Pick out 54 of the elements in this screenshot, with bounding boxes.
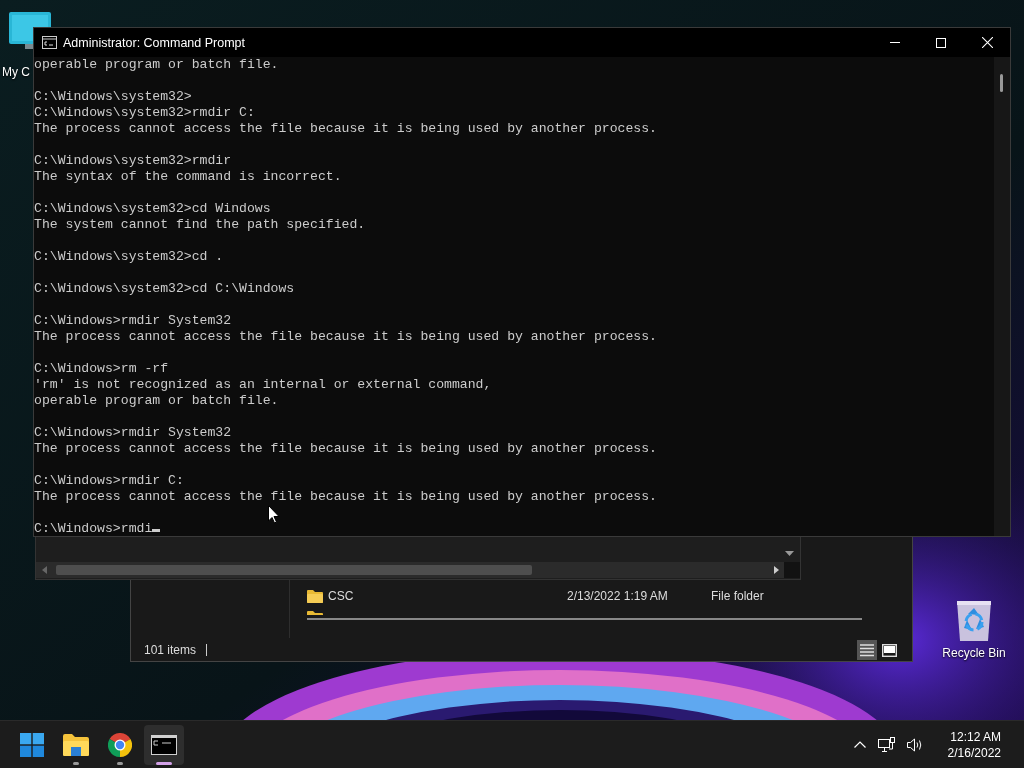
chrome-icon (108, 732, 132, 757)
list-view-icon (860, 643, 874, 657)
recycle-bin-icon (955, 598, 993, 642)
terminal-icon (151, 734, 177, 755)
windows-logo-icon (20, 732, 44, 757)
text-cursor (152, 529, 161, 532)
window-title: Administrator: Command Prompt (63, 35, 245, 50)
close-icon (981, 37, 993, 48)
scrollbar-thumb[interactable] (56, 565, 532, 575)
folder-icon (63, 733, 89, 756)
file-name[interactable]: CSC (328, 589, 354, 603)
console-line: C:\Windows\system32>cd . (34, 249, 224, 264)
scroll-right-icon[interactable] (773, 566, 779, 574)
console-line: 'rm' is not recognized as an internal or external command, (34, 377, 492, 392)
file-type: File folder (711, 589, 764, 603)
console-line: The system cannot find the path specified. (34, 217, 366, 232)
console-line: C:\Windows\system32>cd C:\Windows (34, 281, 295, 296)
item-count: 101 items (144, 643, 197, 657)
scroll-left-icon[interactable] (41, 566, 47, 574)
console-line: operable program or batch file. (34, 393, 279, 408)
vertical-scrollbar[interactable] (994, 57, 1010, 536)
dropdown-arrow-icon[interactable] (785, 551, 794, 556)
console-line: The process cannot access the file because it is being used by another process. (34, 121, 657, 136)
network-icon (877, 737, 895, 752)
console-line: C:\Windows\system32>rmdir (34, 153, 232, 168)
minimize-icon (890, 42, 900, 43)
console-line: C:\Windows>rmdi (34, 521, 153, 536)
console-line: operable program or batch file. (34, 57, 279, 72)
clock[interactable]: 12:12 AM 2/16/2022 (944, 725, 1004, 764)
console-line: The process cannot access the file because it is being used by another process. (34, 329, 657, 344)
console-icon (42, 36, 57, 49)
date-modified: 2/13/2022 1:19 AM (567, 589, 669, 603)
desktop-icon-label[interactable]: Recycle Bin (942, 646, 1006, 660)
horizontal-scrollbar[interactable] (36, 562, 800, 578)
details-view-button[interactable] (857, 640, 877, 660)
mouse-pointer-icon (268, 505, 280, 524)
console-line: C:\Windows>rmdir System32 (34, 313, 232, 328)
console-line: C:\Windows\system32>cd Windows (34, 201, 271, 216)
desktop-icon-label[interactable]: My C (2, 65, 30, 79)
console-line: C:\Windows\system32>rmdir C: (34, 105, 255, 120)
speaker-icon (906, 737, 924, 752)
console-line: C:\Windows\system32> (34, 89, 192, 104)
window-view-icon (881, 643, 897, 657)
scrollbar-thumb[interactable] (1000, 74, 1003, 92)
console-line: The process cannot access the file because it is being used by another process. (34, 489, 657, 504)
terminal-button[interactable] (144, 724, 184, 765)
console-line: C:\Windows>rm -rf (34, 361, 169, 376)
console-line: C:\Windows>rmdir C: (34, 473, 184, 488)
console-line: The process cannot access the file because it is being used by another process. (34, 441, 657, 456)
maximize-icon (936, 37, 946, 48)
console-line: C:\Windows>rmdir System32 (34, 425, 232, 440)
folder-icon (307, 589, 323, 603)
chevron-up-icon (853, 741, 866, 748)
console-line: The syntax of the command is incorrect. (34, 169, 342, 184)
